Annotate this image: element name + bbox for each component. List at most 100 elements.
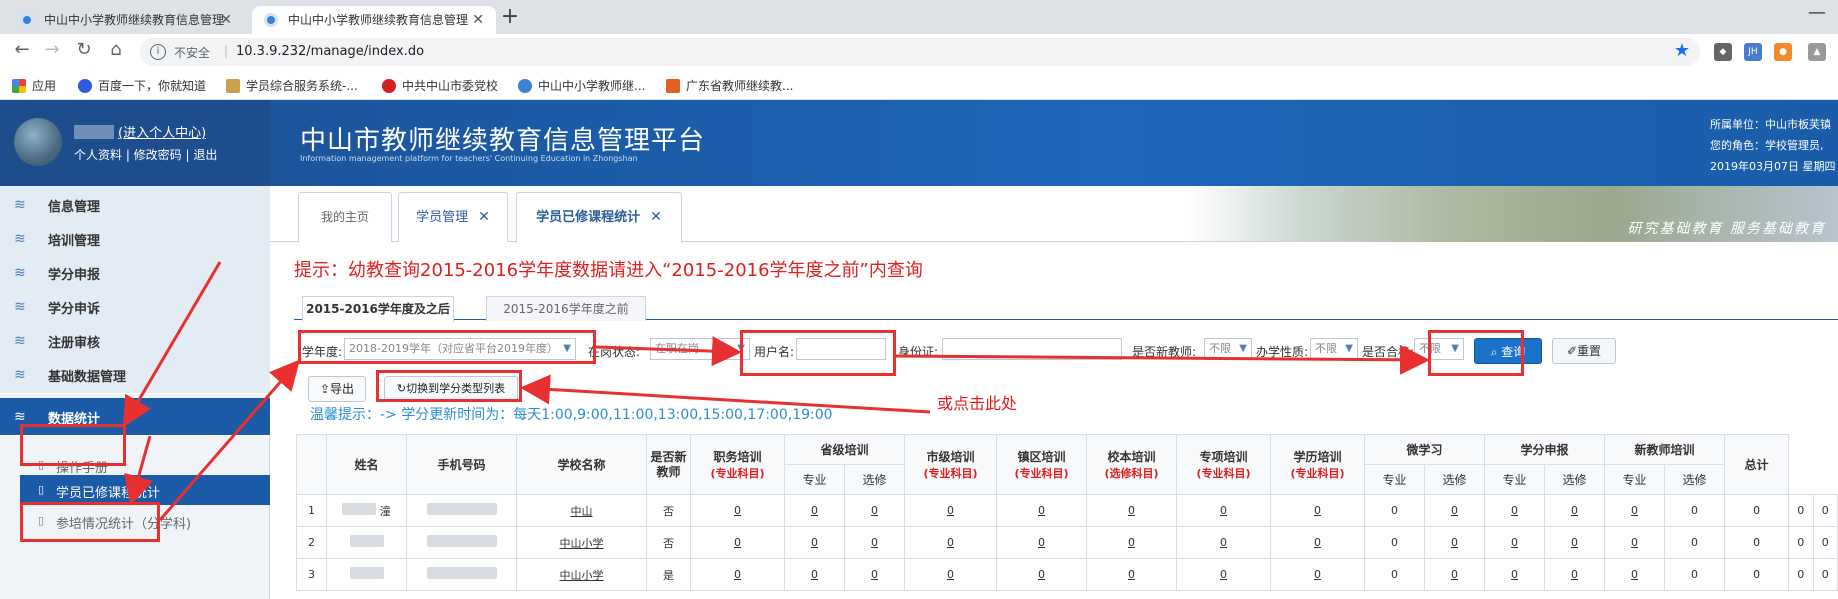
reset-button[interactable]: ✐重置 <box>1552 338 1616 364</box>
row-value[interactable]: 0 <box>996 558 1088 591</box>
tab-home[interactable]: 我的主页 <box>298 192 392 242</box>
close-tab-icon[interactable]: ✕ <box>472 6 484 34</box>
row-value[interactable]: 0 <box>1270 526 1366 559</box>
banner-image: 研究基础教育 服务基础教育 <box>1190 186 1838 242</box>
row-value[interactable]: 0 <box>1086 558 1178 591</box>
row-value[interactable]: 0 <box>690 526 785 559</box>
row-value[interactable]: 0 <box>1086 494 1178 527</box>
row-value[interactable]: 0 <box>1604 526 1666 559</box>
row-value[interactable]: 0 <box>996 526 1088 559</box>
row-value[interactable]: 0 <box>904 558 998 591</box>
row-value[interactable]: 0 <box>904 526 998 559</box>
sidebar-item-basic-data[interactable]: ≋ 基础数据管理 <box>0 356 270 394</box>
col-xfsb: 学分申报 <box>1484 434 1606 465</box>
sidebar-item-info[interactable]: ≋ 信息管理 <box>0 186 270 224</box>
row-value[interactable]: 0 <box>1544 494 1606 527</box>
tab-student-management[interactable]: 学员管理 ✕ <box>398 192 508 242</box>
bookmark-gd-teacher[interactable]: 广东省教师继续教... <box>666 77 793 94</box>
browser-tab-1[interactable]: 中山中小学教师继续教育信息管理 ✕ <box>8 6 244 34</box>
extension-orange-icon[interactable]: ● <box>1774 43 1792 61</box>
sidebar-item-register-review[interactable]: ≋ 注册审核 <box>0 322 270 360</box>
tab-year-after[interactable]: 2015-2016学年度及之后 <box>302 296 454 322</box>
row-value[interactable]: 0 <box>904 494 998 527</box>
row-value[interactable]: 0 <box>690 494 785 527</box>
row-value[interactable]: 0 <box>996 494 1088 527</box>
avatar[interactable] <box>14 118 62 166</box>
site-favicon-icon <box>518 79 532 93</box>
sidebar-subitem-course-stats[interactable]: ▯ 学员已修课程统计 <box>20 475 270 505</box>
tab-course-stats[interactable]: 学员已修课程统计 ✕ <box>516 192 682 243</box>
row-value[interactable]: 0 <box>1176 558 1272 591</box>
row-value[interactable]: 0 <box>843 558 906 591</box>
row-value[interactable]: 0 <box>1544 558 1606 591</box>
close-tab-icon[interactable]: ✕ <box>478 209 490 225</box>
row-value[interactable]: 0 <box>1176 494 1272 527</box>
col-tag: (专业科目) <box>923 467 978 480</box>
row-value[interactable]: 0 <box>1604 494 1666 527</box>
row-value: 0 <box>1812 526 1838 559</box>
row-value[interactable]: 0 <box>1270 558 1366 591</box>
layers-icon: ≋ <box>14 265 26 281</box>
bookmark-star-icon[interactable]: ★ <box>1674 40 1690 61</box>
extension-icon[interactable]: ◆ <box>1714 43 1732 61</box>
tab-year-before[interactable]: 2015-2016学年度之前 <box>486 296 646 321</box>
bookmark-party-school[interactable]: 中共中山市委党校 <box>382 77 498 94</box>
address-bar[interactable]: i 不安全 | 10.3.9.232/manage/index.do ★ <box>140 38 1700 66</box>
row-value[interactable]: 0 <box>843 494 906 527</box>
row-value: 0 <box>1788 494 1814 527</box>
row-value[interactable]: 0 <box>784 558 845 591</box>
info-icon[interactable]: i <box>150 44 166 60</box>
bookmarks-bar: 应用 百度一下，你就知道 学员综合服务系统-... 中共中山市委党校 中山中小学… <box>0 70 1838 100</box>
row-school[interactable]: 中山 <box>516 494 647 527</box>
new-teacher-select[interactable]: 不限 ▼ <box>1204 338 1252 360</box>
row-value[interactable]: 0 <box>784 526 845 559</box>
bookmark-student-service[interactable]: 学员综合服务系统-... <box>226 77 358 94</box>
close-tab-icon[interactable]: ✕ <box>220 6 232 34</box>
row-value[interactable]: 0 <box>1484 526 1546 559</box>
jh-extension-icon[interactable]: JH <box>1744 43 1762 61</box>
row-value[interactable]: 0 <box>1424 526 1486 559</box>
row-value: 0 <box>1664 494 1726 527</box>
row-value[interactable]: 0 <box>1176 526 1272 559</box>
forward-icon[interactable]: → <box>40 39 64 60</box>
sidebar-item-training[interactable]: ≋ 培训管理 <box>0 220 270 258</box>
browser-tab-2[interactable]: 中山中小学教师继续教育信息管理 ✕ <box>252 6 496 34</box>
row-value[interactable]: 0 <box>1484 494 1546 527</box>
row-value[interactable]: 0 <box>1086 526 1178 559</box>
row-value[interactable]: 0 <box>1544 526 1606 559</box>
reload-icon[interactable]: ↻ <box>72 39 96 60</box>
export-button[interactable]: ⇪导出 <box>308 376 366 402</box>
sidebar-item-credit-appeal[interactable]: ≋ 学分申诉 <box>0 288 270 326</box>
status-select[interactable]: 在职在岗 ▼ <box>650 338 750 360</box>
back-icon[interactable]: ← <box>10 39 34 60</box>
user-menu[interactable]: 个人资料 | 修改密码 | 退出 <box>74 146 217 163</box>
row-value[interactable]: 0 <box>1604 558 1666 591</box>
url-text[interactable]: 10.3.9.232/manage/index.do <box>236 44 424 59</box>
layers-icon: ≋ <box>14 231 26 247</box>
row-value[interactable]: 0 <box>784 494 845 527</box>
minimize-icon[interactable]: — <box>1808 2 1826 23</box>
row-school[interactable]: 中山小学 <box>516 558 647 591</box>
school-nature-select[interactable]: 不限 ▼ <box>1310 338 1358 360</box>
bookmark-zs-teacher[interactable]: 中山中小学教师继... <box>518 77 645 94</box>
row-value[interactable]: 0 <box>843 526 906 559</box>
row-value[interactable]: 0 <box>1484 558 1546 591</box>
home-icon[interactable]: ⌂ <box>104 39 128 60</box>
row-value[interactable]: 0 <box>1424 494 1486 527</box>
id-card-input[interactable] <box>942 338 1122 360</box>
row-new-teacher: 否 <box>646 526 691 559</box>
sidebar-item-credit-apply[interactable]: ≋ 学分申报 <box>0 254 270 292</box>
user-center-label: (进入个人中心) <box>118 126 207 141</box>
row-value[interactable]: 0 <box>1270 494 1366 527</box>
row-value[interactable]: 0 <box>690 558 785 591</box>
sidebar-item-label: 学分申诉 <box>48 302 101 317</box>
row-value[interactable]: 0 <box>1424 558 1486 591</box>
bookmark-apps[interactable]: 应用 <box>12 77 56 94</box>
col-tag: (专业科目) <box>1290 467 1345 480</box>
close-tab-icon[interactable]: ✕ <box>650 209 662 225</box>
bookmark-baidu[interactable]: 百度一下，你就知道 <box>78 77 206 94</box>
new-tab-icon[interactable]: + <box>498 4 522 29</box>
extension-gray-icon[interactable]: ▲ <box>1808 43 1826 61</box>
user-center-link[interactable]: (进入个人中心) <box>74 122 206 141</box>
row-school[interactable]: 中山小学 <box>516 526 647 559</box>
